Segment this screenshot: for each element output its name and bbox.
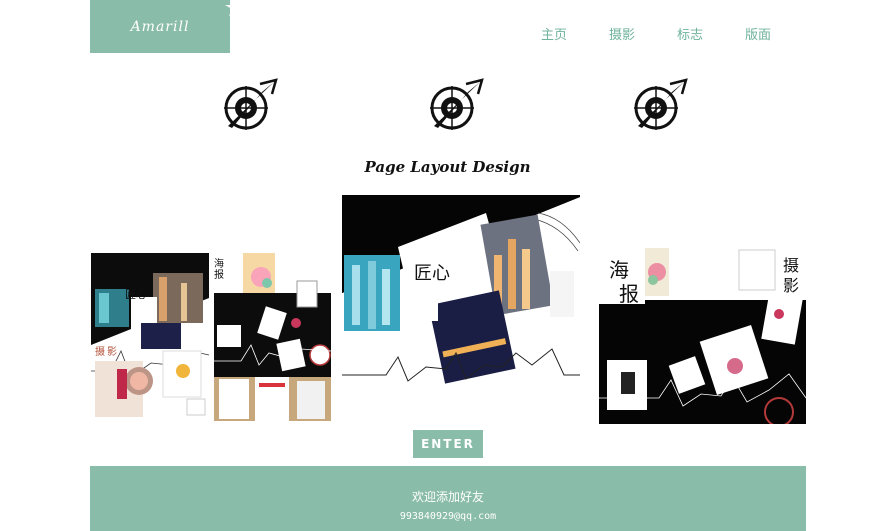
layout-thumbnail-center[interactable]: 匠心 <box>342 195 580 385</box>
enter-button[interactable]: ENTER <box>413 430 483 458</box>
footer: 欢迎添加好友 993840929@qq.com <box>90 466 806 531</box>
compass-emblem-icon <box>430 78 484 130</box>
star-icon <box>225 0 247 16</box>
main-nav: 主页 摄影 标志 版面 <box>520 24 792 43</box>
compass-emblem-icon <box>634 78 688 130</box>
layout-collage-graphic <box>91 253 331 421</box>
logo-text: Amarill <box>130 18 190 35</box>
nav-item-photography[interactable]: 摄影 <box>588 24 656 43</box>
logo[interactable]: Amarill <box>90 0 247 53</box>
layout-word-photo: 摄影 <box>95 347 119 358</box>
layout-collage-graphic <box>599 248 806 424</box>
layout-word-craft: 匠心 <box>125 288 147 301</box>
footer-contact: 993840929@qq.com <box>399 511 497 522</box>
footer-greeting: 欢迎添加好友 <box>411 490 484 504</box>
nav-item-layout[interactable]: 版面 <box>724 24 792 43</box>
page-title: Page Layout Design <box>364 158 531 176</box>
compass-emblem-icon <box>224 78 278 130</box>
layout-thumbnail-left[interactable]: 匠心 摄影 海报 <box>91 253 331 421</box>
layout-collage-graphic <box>342 195 580 385</box>
nav-item-home[interactable]: 主页 <box>520 24 588 43</box>
layout-word-poster: 海报 <box>214 259 224 281</box>
layout-word-craft: 匠心 <box>414 263 450 284</box>
nav-item-logo[interactable]: 标志 <box>656 24 724 43</box>
layout-word-shadow: 影 <box>783 276 800 295</box>
layout-thumbnail-right[interactable]: 海 报 摄 影 <box>599 248 806 424</box>
layout-word-report: 报 <box>619 282 639 306</box>
